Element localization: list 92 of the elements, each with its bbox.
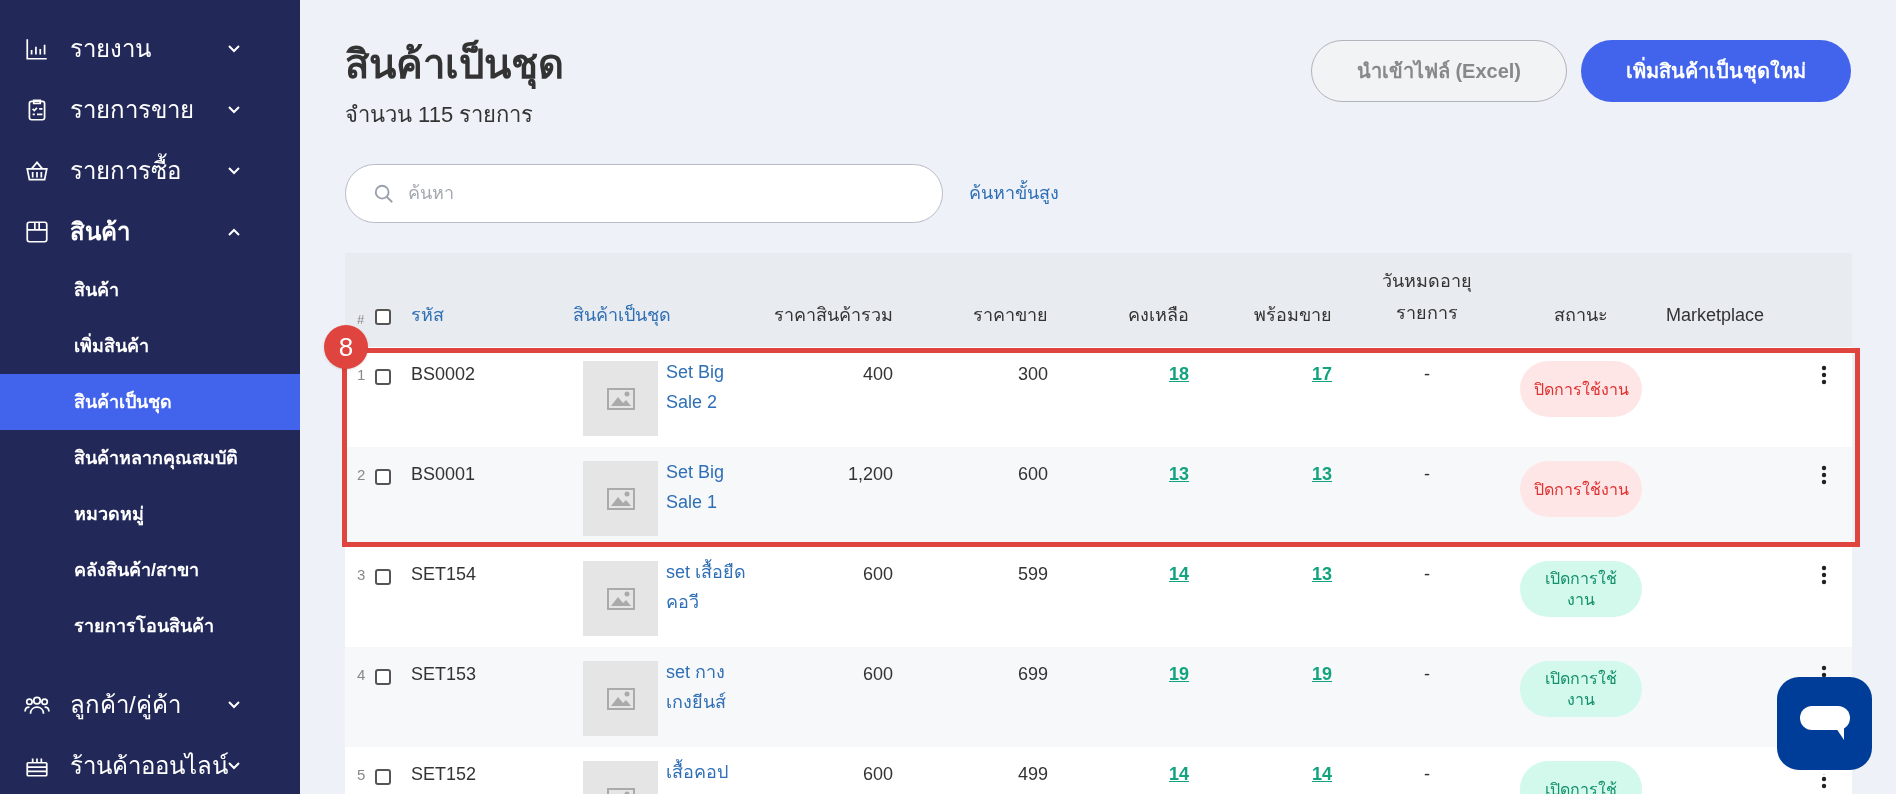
stock-link[interactable]: 13 — [1168, 464, 1189, 484]
product-name-link[interactable]: set กางเกงยีนส์ — [666, 657, 746, 747]
status-badge: เปิดการใช้งาน — [1520, 561, 1642, 617]
page-title: สินค้าเป็นชุด — [345, 40, 564, 88]
product-name-link[interactable]: set เสื้อยืดคอวี — [666, 557, 746, 647]
total-price: 600 — [862, 664, 893, 684]
search-field[interactable]: ค้นหา — [345, 164, 943, 223]
sale-price: 499 — [1017, 764, 1048, 784]
row-checkbox[interactable] — [375, 669, 391, 685]
product-name-link[interactable]: Set Big Sale 1 — [666, 457, 746, 547]
ready-stock-link[interactable]: 14 — [1311, 764, 1332, 784]
more-options-icon[interactable] — [1821, 465, 1827, 485]
expiry-date: - — [1424, 664, 1430, 684]
item-count: จำนวน 115 รายการ — [345, 101, 535, 129]
product-code: BS0001 — [410, 464, 476, 484]
ready-stock-link[interactable]: 13 — [1311, 464, 1332, 484]
sidebar-item[interactable]: สินค้า — [70, 213, 228, 250]
column-header: สถานะ — [1553, 304, 1609, 327]
row-checkbox[interactable] — [375, 369, 391, 385]
product-name-link[interactable]: เสื้อคอป — [666, 757, 746, 794]
row-number: 4 — [356, 666, 366, 683]
product-code: SET154 — [410, 564, 477, 584]
product-code: SET153 — [410, 664, 477, 684]
total-price: 600 — [862, 564, 893, 584]
sidebar-item[interactable]: รายการขาย — [70, 91, 228, 128]
stock-link[interactable]: 14 — [1168, 564, 1189, 584]
submenu-item[interactable]: สินค้าหลากคุณสมบัติ — [0, 430, 300, 486]
add-bundle-button[interactable]: เพิ่มสินค้าเป็นชุดใหม่ — [1581, 40, 1851, 102]
stock-link[interactable]: 19 — [1168, 664, 1189, 684]
product-name-link[interactable]: Set Big Sale 2 — [666, 357, 746, 447]
status-badge: ปิดการใช้งาน — [1520, 361, 1642, 417]
column-header: ราคาขาย — [972, 304, 1049, 327]
column-header: คงเหลือ — [1127, 304, 1190, 327]
submenu-item[interactable]: หมวดหมู่ — [0, 486, 300, 542]
expiry-date: - — [1424, 564, 1430, 584]
sale-price: 600 — [1017, 464, 1048, 484]
column-header: พร้อมขาย — [1253, 304, 1333, 327]
image-icon — [606, 687, 635, 710]
submenu-item[interactable]: รายการโอนสินค้า — [0, 598, 300, 654]
more-options-icon[interactable] — [1821, 774, 1827, 789]
image-icon — [606, 487, 635, 510]
chat-button[interactable] — [1777, 677, 1872, 770]
image-icon — [606, 387, 635, 410]
column-header[interactable]: รหัส — [407, 302, 567, 329]
more-options-icon[interactable] — [1821, 665, 1827, 677]
ready-stock-link[interactable]: 13 — [1311, 564, 1332, 584]
expiry-date: - — [1424, 364, 1430, 384]
product-code: BS0002 — [410, 364, 476, 384]
sale-price: 699 — [1017, 664, 1048, 684]
sidebar-item[interactable]: รายการซื้อ — [70, 152, 228, 189]
column-header: ราคาสินค้ารวม — [773, 304, 894, 327]
row-checkbox[interactable] — [375, 769, 391, 785]
stock-link[interactable]: 18 — [1168, 364, 1189, 384]
submenu-item[interactable]: เพิ่มสินค้า — [0, 318, 300, 374]
advanced-search-link[interactable]: ค้นหาขั้นสูง — [969, 180, 1059, 207]
expiry-date: - — [1424, 764, 1430, 784]
row-checkbox[interactable] — [375, 569, 391, 585]
column-header[interactable]: สินค้าเป็นชุด — [567, 302, 747, 329]
row-number: 3 — [356, 566, 366, 583]
row-number: 2 — [356, 466, 366, 483]
ready-stock-link[interactable]: 19 — [1311, 664, 1332, 684]
image-icon — [606, 587, 635, 610]
total-price: 1,200 — [847, 464, 893, 484]
more-options-icon[interactable] — [1821, 565, 1827, 585]
product-code: SET152 — [410, 764, 477, 784]
expiry-date: - — [1424, 464, 1430, 484]
status-badge: เปิดการใช้งาน — [1520, 661, 1642, 717]
submenu-item[interactable]: สินค้าเป็นชุด — [0, 374, 300, 430]
sidebar-item[interactable]: ลูกค้า/คู่ค้า — [70, 686, 228, 723]
submenu-item[interactable]: สินค้า — [0, 262, 300, 318]
status-badge: เปิดการใช้ — [1520, 761, 1642, 794]
row-number: 5 — [356, 766, 366, 783]
ready-stock-link[interactable]: 17 — [1311, 364, 1332, 384]
status-badge: ปิดการใช้งาน — [1520, 461, 1642, 517]
row-number: 1 — [356, 366, 366, 383]
submenu-item[interactable]: คลังสินค้า/สาขา — [0, 542, 300, 598]
import-excel-button[interactable]: นำเข้าไฟล์ (Excel) — [1310, 40, 1567, 102]
column-header: วันหมดอายุ รายการ — [1381, 270, 1473, 325]
stock-link[interactable]: 14 — [1168, 764, 1189, 784]
search-icon — [373, 183, 395, 205]
total-price: 400 — [862, 364, 893, 384]
total-price: 600 — [862, 764, 893, 784]
sale-price: 599 — [1017, 564, 1048, 584]
box-icon — [24, 218, 50, 245]
sidebar-item[interactable]: รายงาน — [70, 30, 228, 67]
row-checkbox[interactable] — [375, 469, 391, 485]
annotation-badge: 8 — [324, 325, 368, 369]
more-options-icon[interactable] — [1821, 365, 1827, 385]
sale-price: 300 — [1017, 364, 1048, 384]
column-header: Marketplace — [1665, 304, 1766, 327]
select-all-checkbox[interactable] — [375, 309, 391, 325]
sidebar-item[interactable]: ร้านค้าออนไลน์ — [70, 747, 228, 784]
